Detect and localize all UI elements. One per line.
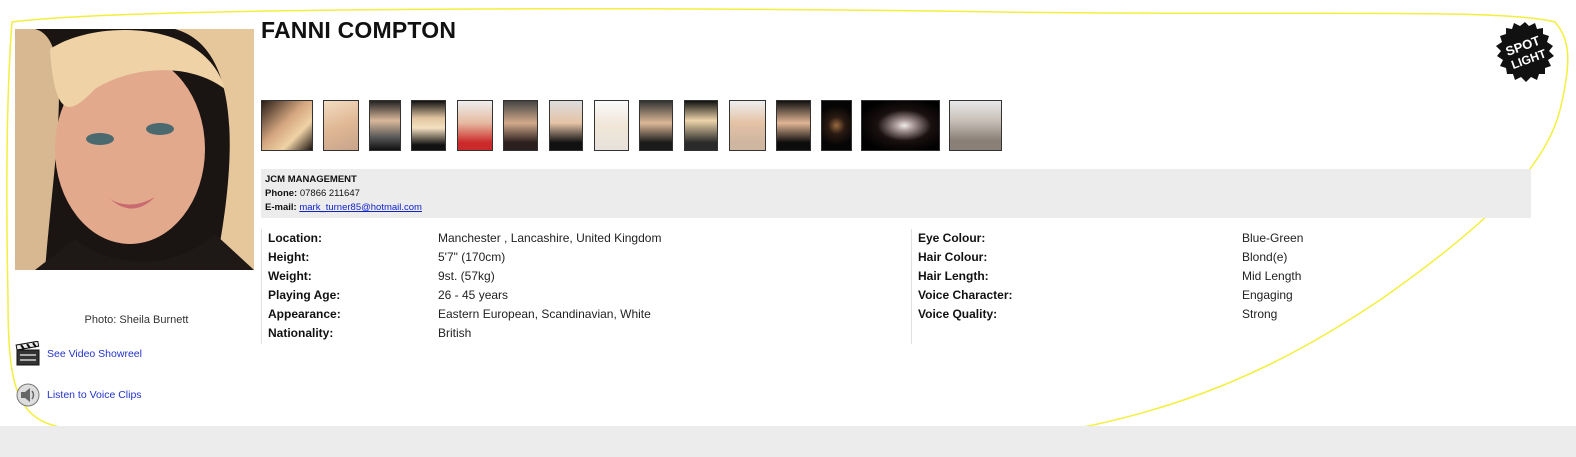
detail-label: Appearance:	[268, 307, 341, 321]
detail-value: Eastern European, Scandinavian, White	[438, 307, 651, 321]
main-headshot-photo[interactable]	[15, 29, 254, 270]
detail-label: Location:	[268, 231, 322, 245]
agent-contact-panel: JCM MANAGEMENT Phone: 07866 211647 E-mai…	[261, 169, 1531, 218]
detail-row: Appearance: Eastern European, Scandinavia…	[268, 305, 911, 324]
detail-value: Blond(e)	[1242, 250, 1288, 264]
spotlight-logo[interactable]: SPOT LIGHT	[1493, 20, 1557, 84]
phone-label: Phone:	[265, 188, 298, 199]
detail-value: 5'7" (170cm)	[438, 250, 506, 264]
agency-name: JCM MANAGEMENT	[265, 174, 357, 185]
detail-row: Voice Quality: Strong	[918, 305, 1531, 324]
detail-row: Height: 5'7" (170cm)	[268, 248, 911, 267]
thumbnail-photo[interactable]	[639, 100, 673, 151]
thumbnail-photo[interactable]	[684, 100, 718, 151]
footer-band	[0, 426, 1576, 457]
detail-row: Nationality: British	[268, 324, 911, 343]
detail-label: Nationality:	[268, 326, 334, 340]
thumbnail-photo[interactable]	[549, 100, 583, 151]
thumbnail-photo[interactable]	[949, 100, 1002, 151]
detail-row: Weight: 9st. (57kg)	[268, 267, 911, 286]
detail-label: Height:	[268, 250, 310, 264]
email-link[interactable]: mark_turner85@hotmail.com	[299, 202, 422, 213]
performer-name: FANNI COMPTON	[261, 17, 457, 43]
thumbnail-photo[interactable]	[411, 100, 446, 151]
photo-credit: Photo: Sheila Burnett	[84, 314, 189, 326]
detail-value: Engaging	[1242, 288, 1293, 302]
details-right-column: Eye Colour: Blue-Green Hair Colour: Blond(…	[911, 229, 1531, 344]
detail-value: Strong	[1242, 307, 1278, 321]
email-label: E-mail:	[265, 202, 297, 213]
thumbnail-photo[interactable]	[594, 100, 629, 151]
detail-row: Playing Age: 26 - 45 years	[268, 286, 911, 305]
detail-label: Weight:	[268, 269, 312, 283]
thumbnail-photo[interactable]	[457, 100, 493, 151]
detail-value: British	[438, 326, 472, 340]
clapperboard-icon	[15, 341, 40, 366]
voice-clips-link[interactable]: Listen to Voice Clips	[15, 382, 142, 408]
voice-clips-label: Listen to Voice Clips	[47, 389, 142, 401]
detail-value: Blue-Green	[1242, 231, 1304, 245]
detail-row: Location: Manchester , Lancashire, United…	[268, 229, 911, 248]
detail-label: Playing Age:	[268, 288, 341, 302]
detail-label: Voice Quality:	[918, 307, 998, 321]
speaker-icon	[16, 383, 40, 407]
video-showreel-link[interactable]: See Video Showreel	[15, 341, 142, 367]
detail-row: Hair Length: Mid Length	[918, 267, 1531, 286]
detail-label: Hair Length:	[918, 269, 989, 283]
thumbnail-photo[interactable]	[861, 100, 940, 151]
video-showreel-label: See Video Showreel	[47, 348, 142, 360]
phone-value: 07866 211647	[299, 188, 360, 199]
thumbnail-photo[interactable]	[323, 100, 359, 151]
thumbnail-photo[interactable]	[369, 100, 401, 151]
detail-row: Hair Colour: Blond(e)	[918, 248, 1531, 267]
detail-value: Manchester , Lancashire, United Kingdom	[438, 231, 662, 245]
thumbnail-photo[interactable]	[776, 100, 811, 151]
thumbnail-photo[interactable]	[503, 100, 538, 151]
details-left-column: Location: Manchester , Lancashire, United…	[261, 229, 911, 344]
thumbnail-photo[interactable]	[729, 100, 766, 151]
detail-value: Mid Length	[1242, 269, 1302, 283]
detail-label: Eye Colour:	[918, 231, 986, 245]
detail-row: Voice Character: Engaging	[918, 286, 1531, 305]
detail-row: Eye Colour: Blue-Green	[918, 229, 1531, 248]
detail-label: Voice Character:	[918, 288, 1013, 302]
thumbnail-photo[interactable]	[261, 100, 313, 151]
thumbnail-photo[interactable]	[821, 100, 852, 151]
detail-label: Hair Colour:	[918, 250, 988, 264]
detail-value: 26 - 45 years	[438, 288, 509, 302]
detail-value: 9st. (57kg)	[438, 269, 495, 283]
